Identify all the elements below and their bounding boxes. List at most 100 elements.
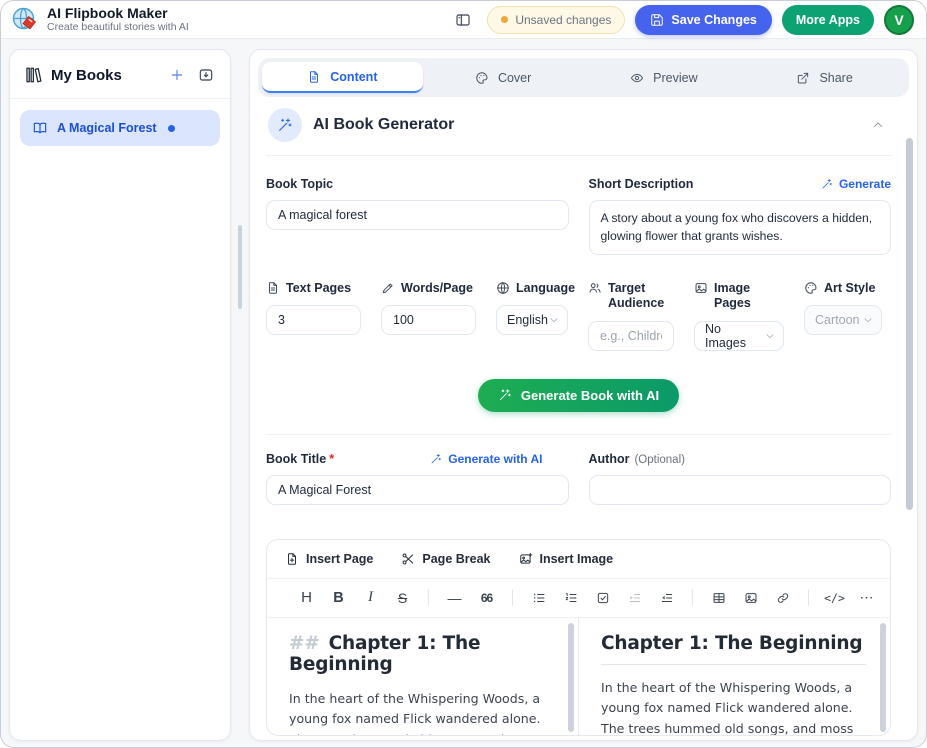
more-apps-button[interactable]: More Apps: [782, 5, 874, 35]
bullet-list-button[interactable]: [525, 586, 552, 610]
image-pages-field: Image Pages No Images: [694, 281, 784, 351]
short-description-group: Short Description Generate A story about…: [589, 176, 892, 255]
indent-button[interactable]: [621, 586, 648, 610]
task-list-button[interactable]: [589, 586, 616, 610]
book-meta-row: Book Title* Generate with AI Author(Opti…: [266, 451, 891, 505]
document-icon: [307, 70, 321, 84]
main-scrollbar[interactable]: [906, 138, 913, 510]
image-pages-label: Image Pages: [714, 281, 784, 312]
image-pages-select[interactable]: No Images: [694, 321, 784, 351]
bullet-list-icon: [532, 591, 546, 605]
image-plus-icon: [519, 552, 533, 566]
insert-image-button[interactable]: Insert Image: [519, 552, 614, 566]
book-topic-input[interactable]: [266, 200, 569, 230]
insert-image-toolbar-button[interactable]: [737, 586, 764, 610]
sidebar-toggle-button[interactable]: [449, 6, 477, 34]
generate-book-button[interactable]: Generate Book with AI: [478, 379, 679, 412]
horizontal-rule-button[interactable]: —: [441, 586, 468, 610]
source-heading: ##Chapter 1: The Beginning: [289, 633, 554, 675]
chevron-down-icon: [764, 330, 776, 342]
sidebar-item-book[interactable]: A Magical Forest: [20, 110, 220, 146]
bold-button[interactable]: B: [325, 586, 352, 610]
tab-share-label: Share: [819, 71, 852, 85]
target-audience-input[interactable]: [588, 321, 674, 351]
collapse-section-button[interactable]: [867, 114, 889, 136]
share-icon: [796, 71, 810, 85]
code-button[interactable]: </>: [821, 586, 848, 610]
globe-icon: [496, 281, 510, 295]
file-text-icon: [266, 281, 280, 295]
outdent-button[interactable]: [653, 586, 680, 610]
required-asterisk: *: [329, 452, 334, 466]
palette-icon: [804, 281, 818, 295]
generate-link-label: Generate: [839, 177, 891, 191]
book-title-label: Book Title*: [266, 452, 334, 466]
wand-icon: [277, 117, 293, 133]
ordered-list-button[interactable]: [557, 586, 584, 610]
generator-header: AI Book Generator: [266, 97, 891, 156]
words-per-page-field: Words/Page: [381, 281, 476, 336]
source-pane-scrollbar[interactable]: [568, 623, 574, 732]
app-subtitle: Create beautiful stories with AI: [47, 21, 189, 34]
editor-body: ##Chapter 1: The Beginning In the heart …: [267, 618, 890, 735]
wand-icon: [430, 453, 442, 465]
book-title-input[interactable]: [266, 475, 569, 505]
blockquote-button[interactable]: 66: [473, 586, 500, 610]
language-value: English: [507, 313, 548, 327]
book-topic-label: Book Topic: [266, 177, 333, 191]
text-pages-label: Text Pages: [286, 281, 351, 297]
language-select[interactable]: English: [496, 305, 568, 335]
italic-button[interactable]: I: [357, 586, 384, 610]
table-button[interactable]: [705, 586, 732, 610]
generator-title: AI Book Generator: [313, 116, 856, 134]
language-field: Language English: [496, 281, 568, 336]
tab-cover[interactable]: Cover: [423, 62, 584, 93]
app-window: AI Flipbook Maker Create beautiful stori…: [0, 0, 927, 748]
pencil-icon: [381, 281, 395, 295]
art-style-select: Cartoon: [804, 305, 882, 335]
sidebar: My Books A Magical Forest: [9, 49, 231, 741]
user-avatar[interactable]: V: [884, 5, 914, 35]
page-break-label: Page Break: [422, 552, 490, 566]
words-per-page-label: Words/Page: [401, 281, 473, 297]
content-area: AI Book Generator Book Topic Short Descr…: [250, 97, 917, 740]
tab-content-label: Content: [330, 70, 377, 84]
author-input[interactable]: [589, 475, 892, 505]
preview-body-text: In the heart of the Whispering Woods, a …: [601, 678, 866, 735]
insert-page-label: Insert Page: [306, 552, 373, 566]
app-header: AI Flipbook Maker Create beautiful stori…: [1, 1, 926, 39]
page-break-button[interactable]: Page Break: [401, 552, 490, 566]
tab-preview[interactable]: Preview: [584, 62, 745, 93]
short-description-textarea[interactable]: A story about a young fox who discovers …: [589, 200, 892, 255]
eye-icon: [630, 71, 644, 85]
image-icon: [744, 591, 758, 605]
markdown-source-pane[interactable]: ##Chapter 1: The Beginning In the heart …: [267, 618, 578, 735]
sidebar-resize-handle[interactable]: [231, 49, 249, 741]
words-per-page-input[interactable]: [381, 305, 476, 335]
generate-title-button[interactable]: Generate with AI: [430, 452, 542, 466]
preview-pane-scrollbar[interactable]: [880, 623, 886, 732]
more-formats-button[interactable]: ⋯: [853, 586, 880, 610]
wand-icon-badge: [268, 108, 302, 142]
art-style-value: Cartoon: [815, 313, 859, 327]
tab-share[interactable]: Share: [744, 62, 905, 93]
generate-description-button[interactable]: Generate: [821, 177, 891, 191]
main-panel: Content Cover Preview Share: [249, 49, 918, 741]
book-title-group: Book Title* Generate with AI: [266, 451, 569, 505]
section-divider: [266, 434, 891, 435]
strikethrough-button[interactable]: S: [389, 586, 416, 610]
source-body-text: In the heart of the Whispering Woods, a …: [289, 689, 554, 735]
toolbar-divider: [428, 590, 429, 606]
import-book-button[interactable]: [196, 65, 216, 85]
text-pages-input[interactable]: [266, 305, 361, 335]
tab-content[interactable]: Content: [262, 62, 423, 93]
sidebar-divider: [10, 98, 230, 99]
book-topic-group: Book Topic: [266, 176, 569, 255]
link-button[interactable]: [769, 586, 796, 610]
task-list-icon: [596, 591, 610, 605]
app-title: AI Flipbook Maker: [47, 5, 189, 21]
heading-button[interactable]: H: [293, 586, 320, 610]
add-book-button[interactable]: [167, 65, 187, 85]
save-changes-button[interactable]: Save Changes: [635, 5, 771, 35]
insert-page-button[interactable]: Insert Page: [285, 552, 373, 566]
